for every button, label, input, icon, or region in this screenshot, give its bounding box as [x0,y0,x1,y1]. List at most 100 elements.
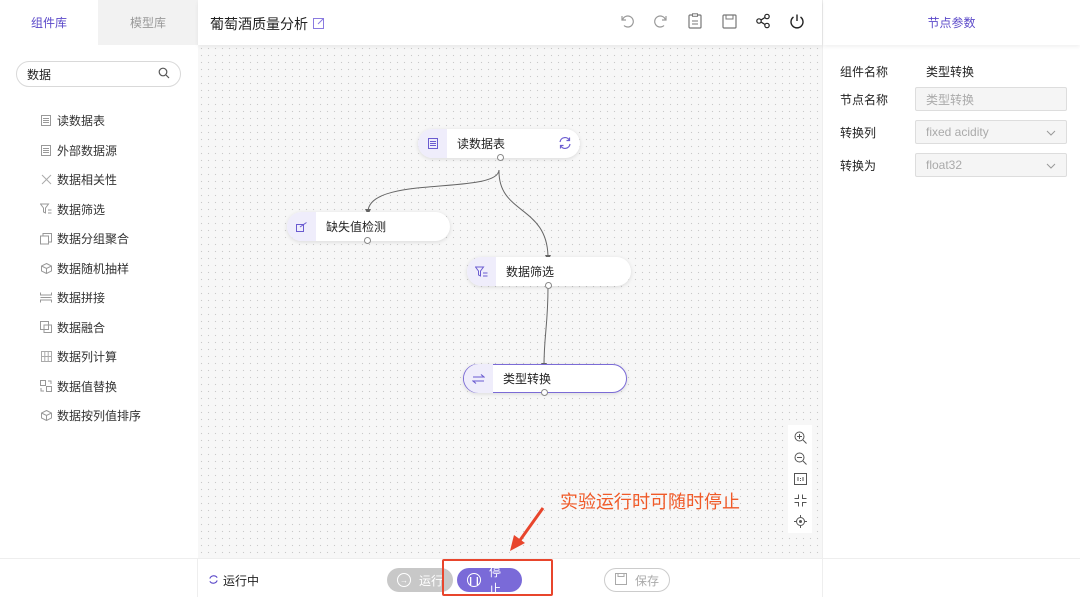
select-value: float32 [926,158,963,172]
param-value: 类型转换 [926,65,975,79]
share-icon[interactable] [754,12,772,30]
component-item-group-aggregate[interactable]: 数据分组聚合 [40,224,141,254]
node-read-table[interactable]: 读数据表 [418,129,580,161]
chevron-down-icon [1046,125,1056,139]
node-label: 数据筛选 [506,265,555,279]
table-icon [40,144,52,156]
component-item-merge[interactable]: 数据融合 [40,313,141,343]
undo-icon[interactable] [618,12,636,30]
convert-to-select[interactable]: float32 [915,153,1067,177]
save-icon[interactable] [720,12,738,30]
component-item-label: 数据分组聚合 [57,232,130,247]
node-params-panel: 节点参数 组件名称 类型转换 节点名称 类型转换 转换列 fixed acidi… [822,0,1080,597]
node-label: 读数据表 [457,137,506,151]
component-item-concat[interactable]: 数据拼接 [40,283,141,313]
component-item-label: 数据筛选 [57,202,106,217]
search-input-value[interactable]: 数据 [27,66,158,83]
zoom-controls [788,425,812,533]
component-item-label: 数据值替换 [57,379,118,394]
component-item-label: 数据相关性 [57,173,118,188]
edge-layer [365,169,551,369]
component-item-value-replace[interactable]: 数据值替换 [40,372,141,402]
edit-icon[interactable] [313,16,325,32]
app-window: 组件库 模型库 数据 读数据表 外部数据源 数据相关性 数据筛选 数据分组聚合 … [0,0,1080,597]
output-port[interactable] [497,154,504,161]
edge-read-to-missing [365,169,500,215]
search-input[interactable]: 数据 [16,61,181,87]
zoom-in-icon[interactable] [792,429,808,445]
component-item-label: 数据随机抽样 [57,261,130,276]
concat-icon [40,292,52,304]
refresh-icon[interactable] [558,136,572,153]
component-item-read-table[interactable]: 读数据表 [40,106,141,136]
run-label: 运行 [419,573,444,588]
output-port[interactable] [545,282,552,289]
status-text: 运行中 [223,574,260,588]
table-icon [418,129,447,158]
save-label: 保存 [635,573,660,588]
grid-icon [40,351,52,363]
param-label: 转换列 [840,125,877,140]
edge-read-to-filter [498,169,551,261]
param-label: 转换为 [840,158,877,173]
fit-screen-icon[interactable] [792,492,808,508]
component-item-sort-by-column[interactable]: 数据按列值排序 [40,401,141,431]
param-row-convert-to: 转换为 float32 [840,153,1067,177]
tab-component-library[interactable]: 组件库 [0,0,98,45]
clipboard-icon[interactable] [686,12,704,30]
param-label: 节点名称 [840,92,889,107]
check-icon [287,212,316,241]
component-item-filter[interactable]: 数据筛选 [40,195,141,225]
bottom-left-strip [0,559,198,597]
actual-size-icon[interactable] [792,471,808,487]
annotation-arrow [510,507,545,551]
component-item-label: 数据按列值排序 [57,409,142,424]
convert-column-select[interactable]: fixed acidity [915,120,1067,144]
node-type-convert[interactable]: 类型转换 [463,364,627,396]
cube-icon [40,262,52,274]
annotation-text: 实验运行时可随时停止 [560,492,740,512]
panel-tabs: 组件库 模型库 [0,0,198,45]
output-port[interactable] [364,237,371,244]
node-data-filter[interactable]: 数据筛选 [467,257,631,289]
scatter-icon [40,174,52,186]
output-port[interactable] [541,389,548,396]
cube-icon [40,410,52,422]
filter-icon [467,257,496,286]
search-icon[interactable] [158,67,170,82]
component-item-correlation[interactable]: 数据相关性 [40,165,141,195]
component-item-external-source[interactable]: 外部数据源 [40,136,141,166]
table-icon [40,115,52,127]
canvas-header: 葡萄酒质量分析 [198,0,822,45]
swap-icon [464,364,493,393]
locate-icon[interactable] [792,513,808,529]
toolbar [618,12,806,30]
component-item-random-sample[interactable]: 数据随机抽样 [40,254,141,284]
replace-icon [40,380,52,393]
power-icon[interactable] [788,12,806,30]
tab-model-library[interactable]: 模型库 [98,0,198,45]
edge-filter-to-convert [541,286,549,369]
save-button[interactable]: 保存 [604,568,670,592]
node-label: 缺失值检测 [326,220,387,234]
component-panel: 组件库 模型库 数据 读数据表 外部数据源 数据相关性 数据筛选 数据分组聚合 … [0,0,198,597]
node-name-placeholder: 类型转换 [926,92,975,107]
component-item-label: 读数据表 [57,114,106,129]
node-missing-value-check[interactable]: 缺失值检测 [287,212,450,244]
workflow-canvas[interactable]: 读数据表 缺失值检测 数据筛选 类型转换 实验运行时可随时停止 [198,45,822,558]
component-item-column-calc[interactable]: 数据列计算 [40,342,141,372]
component-list: 读数据表 外部数据源 数据相关性 数据筛选 数据分组聚合 数据随机抽样 数据拼接… [40,106,141,431]
param-label: 组件名称 [840,65,889,79]
zoom-out-icon[interactable] [792,450,808,466]
param-row-node-name: 节点名称 类型转换 [840,87,1067,111]
node-name-field[interactable]: 类型转换 [915,87,1067,111]
param-row-convert-column: 转换列 fixed acidity [840,120,1067,144]
loading-icon [208,574,219,588]
select-value: fixed acidity [926,125,989,139]
save-icon [615,572,627,588]
merge-icon [40,321,52,334]
group-icon [40,232,52,245]
component-item-label: 数据拼接 [57,291,106,306]
bottom-right-strip [822,559,1080,597]
redo-icon[interactable] [652,12,670,30]
